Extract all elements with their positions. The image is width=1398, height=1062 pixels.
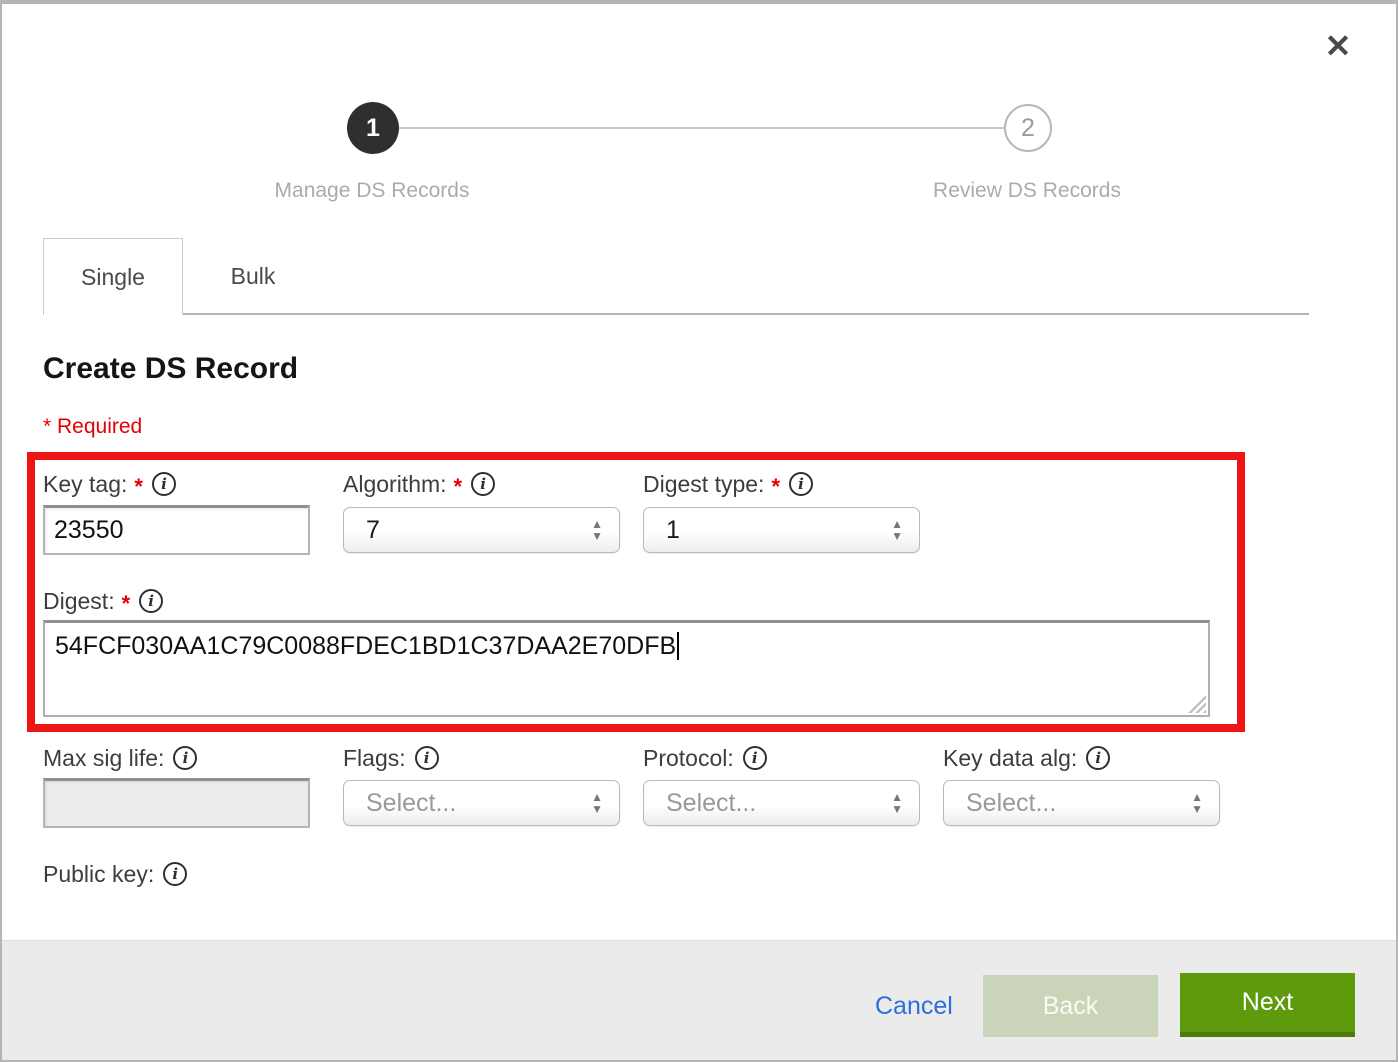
info-icon[interactable]: i	[163, 862, 187, 886]
arrow-up-icon: ▲	[891, 519, 903, 529]
arrow-up-icon: ▲	[591, 792, 603, 802]
required-asterisk: *	[454, 474, 463, 500]
info-icon-glyph: i	[148, 594, 154, 609]
max-sig-life-input	[43, 778, 310, 828]
key-tag-input[interactable]	[43, 505, 310, 555]
arrow-down-icon: ▼	[1191, 804, 1203, 814]
arrow-down-icon: ▼	[891, 804, 903, 814]
digest-value: 54FCF030AA1C79C0088FDEC1BD1C37DAA2E70DFB	[55, 632, 676, 660]
arrow-up-icon: ▲	[591, 519, 603, 529]
text-caret	[677, 632, 679, 660]
key-tag-label-text: Key tag:	[43, 471, 127, 498]
info-icon[interactable]: i	[743, 746, 767, 770]
arrow-down-icon: ▼	[591, 804, 603, 814]
info-icon-glyph: i	[424, 751, 430, 766]
flags-label: Flags: i	[343, 744, 439, 772]
page-title: Create DS Record	[43, 352, 298, 386]
flags-select[interactable]: Select... ▲ ▼	[343, 780, 620, 826]
select-arrows-icon: ▲ ▼	[1191, 792, 1203, 813]
back-button[interactable]: Back	[983, 975, 1158, 1037]
arrow-up-icon: ▲	[891, 792, 903, 802]
step-1-number: 1	[366, 114, 380, 143]
close-icon[interactable]: ✕	[1318, 26, 1358, 66]
info-icon-glyph: i	[183, 751, 189, 766]
arrow-up-icon: ▲	[1191, 792, 1203, 802]
info-icon[interactable]: i	[415, 746, 439, 770]
public-key-label: Public key: i	[43, 860, 187, 888]
info-icon-glyph: i	[798, 477, 804, 492]
protocol-label: Protocol: i	[643, 744, 767, 772]
info-icon[interactable]: i	[152, 472, 176, 496]
tab-underline	[183, 313, 1309, 315]
step-2-number: 2	[1021, 114, 1035, 143]
info-icon[interactable]: i	[789, 472, 813, 496]
digest-label: Digest: * i	[43, 587, 163, 615]
max-sig-life-label: Max sig life: i	[43, 744, 197, 772]
select-arrows-icon: ▲ ▼	[591, 519, 603, 540]
tab-single-label: Single	[81, 264, 145, 291]
info-icon-glyph: i	[172, 867, 178, 882]
info-icon[interactable]: i	[173, 746, 197, 770]
arrow-down-icon: ▼	[591, 531, 603, 541]
key-data-alg-label: Key data alg: i	[943, 744, 1110, 772]
select-arrows-icon: ▲ ▼	[591, 792, 603, 813]
required-asterisk: *	[122, 591, 131, 617]
step-2-indicator: 2	[1004, 104, 1052, 152]
tab-single[interactable]: Single	[43, 238, 183, 315]
key-data-alg-select[interactable]: Select... ▲ ▼	[943, 780, 1220, 826]
info-icon[interactable]: i	[1086, 746, 1110, 770]
arrow-down-icon: ▼	[891, 531, 903, 541]
tab-bulk[interactable]: Bulk	[183, 238, 323, 315]
cancel-button[interactable]: Cancel	[875, 992, 953, 1021]
info-icon-glyph: i	[752, 751, 758, 766]
protocol-selected-value: Select...	[666, 789, 891, 818]
algorithm-select[interactable]: 7 ▲ ▼	[343, 507, 620, 553]
required-asterisk: *	[134, 474, 143, 500]
public-key-label-text: Public key:	[43, 861, 154, 888]
flags-selected-value: Select...	[366, 789, 591, 818]
info-icon[interactable]: i	[471, 472, 495, 496]
select-arrows-icon: ▲ ▼	[891, 519, 903, 540]
algorithm-label: Algorithm: * i	[343, 470, 495, 498]
select-arrows-icon: ▲ ▼	[891, 792, 903, 813]
digest-type-label: Digest type: * i	[643, 470, 813, 498]
key-data-alg-selected-value: Select...	[966, 789, 1191, 818]
stepper-connector-line	[399, 127, 1004, 129]
protocol-select[interactable]: Select... ▲ ▼	[643, 780, 920, 826]
resize-handle[interactable]	[1188, 695, 1206, 713]
key-tag-label: Key tag: * i	[43, 470, 176, 498]
algorithm-selected-value: 7	[366, 516, 591, 545]
digest-type-selected-value: 1	[666, 516, 891, 545]
step-1-indicator: 1	[347, 102, 399, 154]
digest-label-text: Digest:	[43, 588, 115, 615]
key-data-alg-label-text: Key data alg:	[943, 745, 1077, 772]
algorithm-label-text: Algorithm:	[343, 471, 447, 498]
step-2-label: Review DS Records	[867, 179, 1187, 203]
info-icon-glyph: i	[480, 477, 486, 492]
digest-type-label-text: Digest type:	[643, 471, 764, 498]
max-sig-life-label-text: Max sig life:	[43, 745, 164, 772]
info-icon-glyph: i	[1095, 751, 1101, 766]
info-icon-glyph: i	[161, 477, 167, 492]
protocol-label-text: Protocol:	[643, 745, 734, 772]
tab-bulk-label: Bulk	[231, 263, 276, 290]
next-button[interactable]: Next	[1180, 973, 1355, 1037]
digest-textarea[interactable]: 54FCF030AA1C79C0088FDEC1BD1C37DAA2E70DFB	[43, 620, 1210, 717]
step-1-label: Manage DS Records	[212, 179, 532, 203]
required-note: * Required	[43, 415, 142, 439]
required-asterisk: *	[771, 474, 780, 500]
flags-label-text: Flags:	[343, 745, 406, 772]
digest-type-select[interactable]: 1 ▲ ▼	[643, 507, 920, 553]
info-icon[interactable]: i	[139, 589, 163, 613]
